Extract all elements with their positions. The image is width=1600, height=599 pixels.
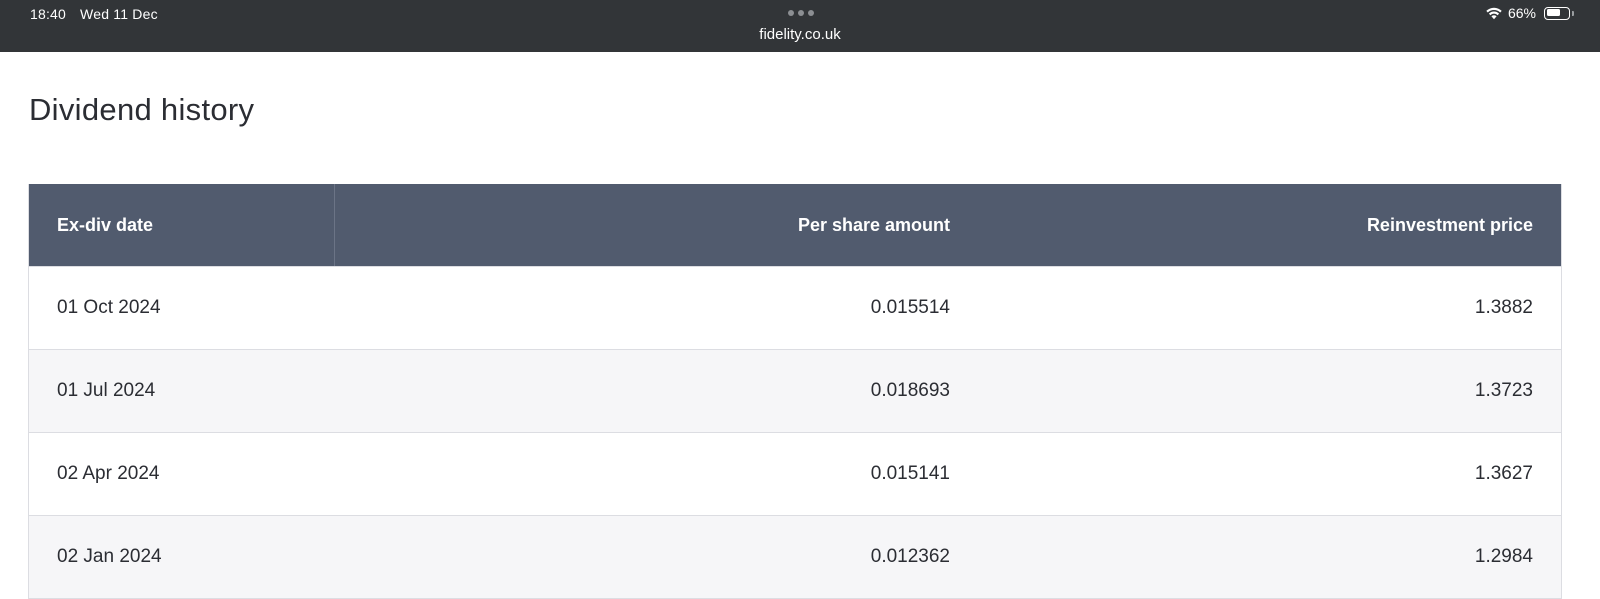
status-date: Wed 11 Dec <box>80 6 158 22</box>
header-per-share-amount[interactable]: Per share amount <box>335 184 950 266</box>
page-title: Dividend history <box>29 92 255 127</box>
table-row: 01 Oct 2024 0.015514 1.3882 <box>29 266 1561 349</box>
status-time-date: 18:40 Wed 11 Dec <box>30 6 158 22</box>
cell-per-share-amount: 0.012362 <box>870 546 950 567</box>
cell-reinvestment-price: 1.3723 <box>1474 380 1533 401</box>
battery-percent: 66% <box>1507 5 1536 21</box>
cell-per-share-amount: 0.015141 <box>870 463 950 484</box>
cell-per-share-amount: 0.015514 <box>870 297 950 318</box>
cell-reinvestment-price: 1.3627 <box>1474 463 1533 484</box>
wifi-icon <box>1486 7 1502 20</box>
table-body: 01 Oct 2024 0.015514 1.3882 01 Jul 2024 0.01… <box>29 266 1561 598</box>
cell-ex-div-date: 02 Apr 2024 <box>57 463 160 484</box>
table-row: 01 Jul 2024 0.018693 1.3723 <box>29 349 1561 432</box>
dividend-history-table: Ex-div date Per share amount Reinvestmen… <box>28 184 1562 599</box>
cell-ex-div-date: 01 Oct 2024 <box>57 297 161 318</box>
more-dots-icon[interactable] <box>788 10 814 16</box>
header-ex-div-date[interactable]: Ex-div date <box>29 184 335 266</box>
table-row: 02 Jan 2024 0.012362 1.2984 <box>29 515 1561 598</box>
status-indicators: 66% <box>1485 5 1574 21</box>
cell-ex-div-date: 01 Jul 2024 <box>57 380 156 401</box>
table-header: Ex-div date Per share amount Reinvestmen… <box>29 184 1561 266</box>
battery-icon <box>1544 6 1574 20</box>
cell-ex-div-date: 02 Jan 2024 <box>57 546 162 567</box>
url-bar[interactable]: fidelity.co.uk <box>0 26 1600 43</box>
battery-level <box>1546 9 1560 16</box>
table-row: 02 Apr 2024 0.015141 1.3627 <box>29 432 1561 515</box>
browser-status-bar: 18:40 Wed 11 Dec fidelity.co.uk 66% <box>0 0 1600 52</box>
cell-per-share-amount: 0.018693 <box>870 380 950 401</box>
status-time: 18:40 <box>30 6 67 22</box>
cell-reinvestment-price: 1.3882 <box>1474 297 1533 318</box>
cell-reinvestment-price: 1.2984 <box>1474 546 1533 567</box>
header-reinvestment-price[interactable]: Reinvestment price <box>950 184 1561 266</box>
